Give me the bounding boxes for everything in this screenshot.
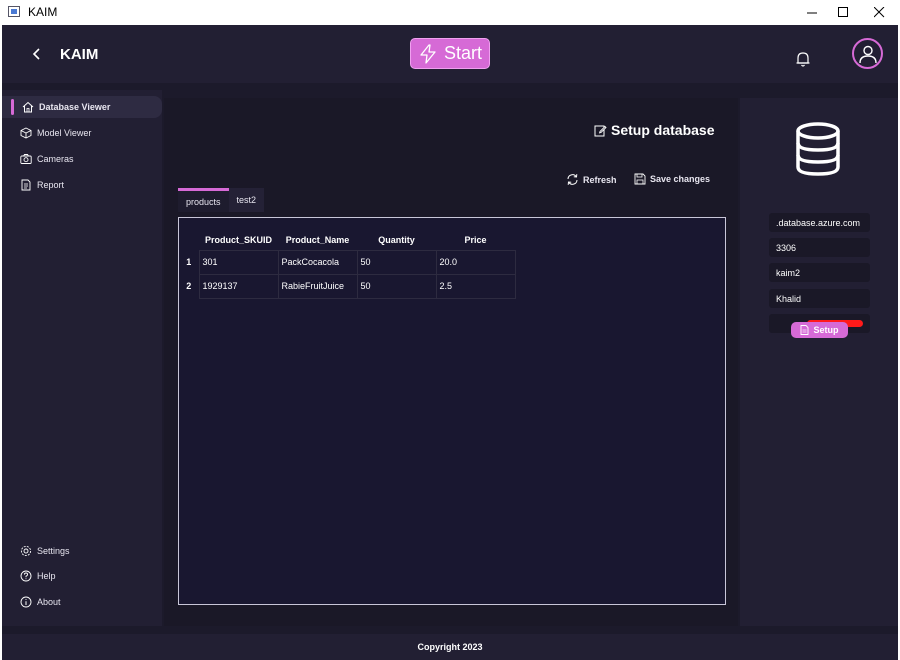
sidebar-item-label: Help	[37, 571, 56, 581]
table-cell[interactable]: PackCocacola	[277, 249, 358, 275]
table-cell[interactable]: 50	[356, 273, 437, 299]
minimize-button[interactable]	[795, 0, 829, 24]
save-icon	[634, 173, 646, 185]
cube-icon	[19, 126, 33, 140]
footer: Copyright 2023	[2, 634, 898, 660]
tab-test2[interactable]: test2	[228, 188, 265, 212]
table-header-row: Product_SKUID Product_Name Quantity Pric…	[179, 230, 515, 250]
refresh-icon	[567, 174, 578, 185]
setup-button[interactable]: Setup	[791, 322, 848, 338]
sidebar-item-label: Database Viewer	[39, 102, 111, 112]
minimize-icon	[806, 12, 817, 13]
window-title: KAIM	[28, 5, 58, 19]
database-icon	[796, 122, 840, 176]
column-header[interactable]: Product_Name	[278, 230, 357, 250]
database-field[interactable]: kaim2	[769, 263, 870, 282]
close-icon	[873, 6, 884, 17]
window-titlebar: KAIM	[0, 0, 900, 24]
edit-icon	[594, 125, 607, 136]
user-icon	[858, 45, 877, 63]
user-avatar[interactable]	[852, 38, 883, 69]
app-window-icon	[8, 6, 20, 17]
document-icon	[19, 178, 33, 192]
table-cell[interactable]: 2.5	[435, 273, 516, 299]
document-icon	[801, 325, 809, 335]
sidebar-item-label: Report	[37, 180, 65, 190]
bell-icon[interactable]	[795, 50, 811, 68]
server-field[interactable]: .database.azure.com	[769, 213, 870, 232]
sidebar-item-report[interactable]: Report	[2, 174, 162, 196]
table-cell[interactable]: 1929137	[198, 273, 279, 299]
maximize-button[interactable]	[826, 0, 860, 24]
close-button[interactable]	[862, 0, 896, 24]
connection-panel: .database.azure.com 3306 kaim2 Khalid Se…	[740, 98, 898, 626]
table-row[interactable]: 1 301 PackCocacola 50 20.0	[179, 249, 516, 275]
sidebar-item-cameras[interactable]: Cameras	[2, 148, 162, 170]
data-grid[interactable]: Product_SKUID Product_Name Quantity Pric…	[178, 217, 726, 605]
table-cell[interactable]: 50	[356, 249, 437, 275]
row-number: 1	[186, 257, 192, 267]
row-number: 2	[186, 281, 192, 291]
sidebar-item-help[interactable]: Help	[2, 565, 162, 587]
sidebar-item-database-viewer[interactable]: Database Viewer	[2, 96, 162, 118]
database-viewer-panel: Setup database Refresh Save changes prod…	[164, 98, 738, 626]
home-icon	[21, 100, 35, 114]
sidebar-item-settings[interactable]: Settings	[2, 540, 162, 562]
column-header[interactable]: Quantity	[357, 230, 436, 250]
question-icon	[19, 569, 33, 583]
start-button-label: Start	[443, 43, 482, 63]
sidebar-item-label: About	[37, 597, 61, 607]
table-cell[interactable]: RabieFruitJuice	[277, 273, 358, 299]
table-cell[interactable]: 20.0	[435, 249, 516, 275]
sidebar-item-label: Cameras	[37, 154, 74, 164]
page-title: Setup database	[594, 122, 714, 138]
column-header[interactable]: Product_SKUID	[199, 230, 278, 250]
back-arrow-icon[interactable]	[28, 45, 44, 63]
info-icon	[19, 595, 33, 609]
sidebar-item-label: Settings	[37, 546, 70, 556]
start-button[interactable]: Start	[410, 38, 490, 69]
refresh-button[interactable]: Refresh	[566, 173, 617, 186]
port-field[interactable]: 3306	[769, 238, 870, 257]
camera-icon	[19, 152, 33, 166]
app-brand: KAIM	[60, 46, 99, 63]
lightning-icon	[420, 43, 436, 64]
sidebar-item-about[interactable]: About	[2, 591, 162, 613]
username-field[interactable]: Khalid	[769, 289, 870, 308]
data-table: Product_SKUID Product_Name Quantity Pric…	[179, 230, 516, 299]
sidebar: Database Viewer Model Viewer Cameras Rep…	[2, 90, 162, 626]
column-header[interactable]: Price	[436, 230, 515, 250]
sidebar-item-label: Model Viewer	[37, 128, 92, 138]
table-tabs: products test2	[178, 188, 265, 212]
app-header: KAIM Start	[2, 25, 898, 83]
table-row[interactable]: 2 1929137 RabieFruitJuice 50 2.5	[179, 273, 516, 299]
gear-icon	[19, 544, 33, 558]
save-changes-button[interactable]: Save changes	[634, 173, 710, 185]
copyright-text: Copyright 2023	[417, 642, 483, 652]
sidebar-item-model-viewer[interactable]: Model Viewer	[2, 122, 162, 144]
app-root: KAIM Start Database Viewer Model Viewer …	[2, 25, 898, 660]
maximize-icon	[837, 6, 848, 17]
table-cell[interactable]: 301	[198, 249, 279, 275]
row-header-corner	[179, 230, 199, 250]
tab-products[interactable]: products	[178, 188, 229, 212]
